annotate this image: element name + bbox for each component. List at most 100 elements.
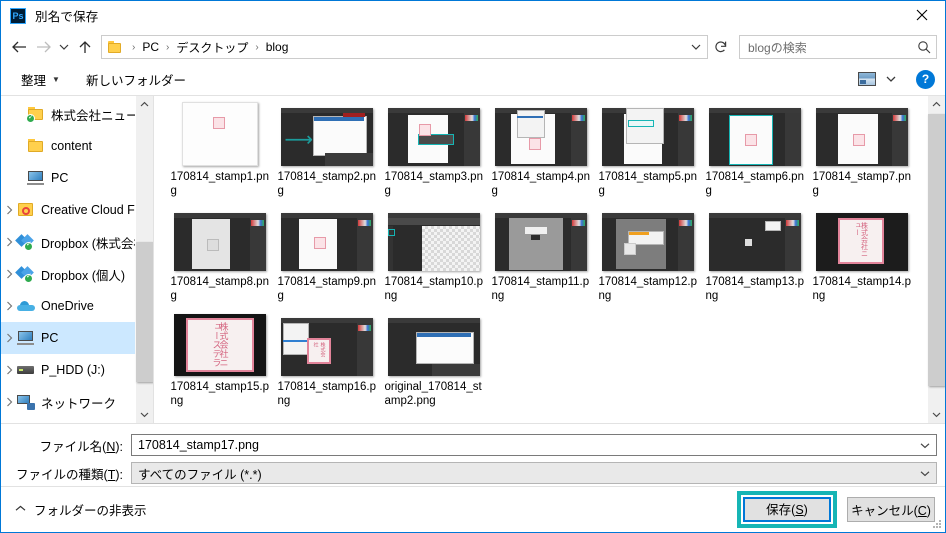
file-item[interactable]: 170814_stamp10.png bbox=[380, 207, 487, 312]
dropbox-icon bbox=[15, 266, 35, 283]
sidebar-scroll-down-icon[interactable] bbox=[136, 406, 153, 423]
sidebar-item-label: Dropbox (個人) bbox=[41, 268, 126, 283]
sidebar-item-label: P_HDD (J:) bbox=[41, 363, 105, 377]
sidebar-item-creative-cloud-file[interactable]: Creative Cloud File bbox=[1, 194, 153, 226]
file-item[interactable]: 170814_stamp13.png bbox=[701, 207, 808, 312]
file-item[interactable]: 170814_stamp8.png bbox=[166, 207, 273, 312]
chevron-right-icon[interactable] bbox=[1, 333, 17, 343]
hide-folders-button[interactable]: フォルダーの非表示 bbox=[15, 500, 147, 519]
title-bar: Ps 別名で保存 bbox=[1, 1, 945, 31]
file-name-label: 170814_stamp15.png bbox=[170, 381, 269, 407]
sidebar-item-onedrive[interactable]: OneDrive bbox=[1, 290, 153, 322]
sidebar-item-p-hdd-j[interactable]: P_HDD (J:) bbox=[1, 354, 153, 386]
sidebar-item-content[interactable]: content bbox=[1, 130, 153, 162]
help-button[interactable]: ? bbox=[916, 69, 935, 89]
filetype-label: ファイルの種類(T): bbox=[16, 467, 123, 482]
sidebar-scrollbar[interactable] bbox=[135, 96, 153, 423]
breadcrumb-item-desktop[interactable]: デスクトップ bbox=[174, 39, 250, 56]
network-icon bbox=[17, 394, 35, 410]
breadcrumb-chevron-down-icon[interactable] bbox=[685, 37, 707, 57]
sidebar-item-[interactable]: ネットワーク bbox=[1, 386, 153, 418]
sidebar-scroll-thumb[interactable] bbox=[136, 242, 153, 382]
chevron-right-icon[interactable] bbox=[1, 237, 17, 247]
view-mode-icon[interactable] bbox=[856, 69, 878, 89]
chevron-right-icon[interactable] bbox=[1, 301, 17, 311]
filetype-select[interactable]: すべてのファイル (*.*) bbox=[131, 462, 937, 484]
filename-input[interactable]: 170814_stamp17.png bbox=[131, 434, 937, 456]
file-item[interactable]: 株式会社 170814_stamp16.png bbox=[273, 312, 380, 417]
resize-grip[interactable] bbox=[932, 519, 942, 529]
chevron-right-icon[interactable] bbox=[1, 397, 17, 407]
file-thumbnail: ⟶ bbox=[279, 104, 375, 166]
file-name-label: 170814_stamp13.png bbox=[705, 276, 804, 302]
file-item[interactable]: ⟶ 170814_stamp2.png bbox=[273, 102, 380, 207]
folder-sync-icon bbox=[26, 106, 45, 123]
sidebar-item-[interactable]: 株式会社ニュー bbox=[1, 98, 153, 130]
file-item[interactable]: 170814_stamp7.png bbox=[808, 102, 915, 207]
search-input[interactable]: blogの検索 bbox=[739, 35, 937, 59]
computer-icon bbox=[27, 170, 45, 186]
folder-icon bbox=[27, 138, 45, 154]
recent-locations-chevron-down-icon[interactable] bbox=[55, 35, 73, 59]
filename-chevron-down-icon[interactable] bbox=[914, 442, 936, 449]
refresh-icon[interactable] bbox=[709, 36, 733, 58]
sidebar-item-pc[interactable]: PC bbox=[1, 322, 153, 354]
sidebar-item-dropbox[interactable]: Dropbox (個人) bbox=[1, 258, 153, 290]
sidebar-item-label: PC bbox=[41, 331, 59, 345]
file-thumbnail bbox=[279, 209, 375, 271]
breadcrumb-separator: › bbox=[132, 41, 136, 53]
back-arrow-icon[interactable] bbox=[7, 35, 31, 59]
sidebar-item-pc[interactable]: PC bbox=[1, 162, 153, 194]
file-name-label: 170814_stamp16.png bbox=[277, 381, 376, 407]
close-icon[interactable] bbox=[899, 1, 945, 29]
chevron-right-icon[interactable] bbox=[1, 269, 17, 279]
sidebar-item-label: 株式会社ニュー bbox=[51, 108, 137, 123]
breadcrumb-item-pc[interactable]: PC bbox=[140, 40, 161, 54]
file-thumbnail bbox=[493, 104, 589, 166]
file-item[interactable]: 170814_stamp4.png bbox=[487, 102, 594, 207]
up-arrow-icon[interactable] bbox=[73, 35, 97, 59]
search-icon[interactable] bbox=[912, 40, 936, 54]
file-item[interactable]: 170814_stamp5.png bbox=[594, 102, 701, 207]
sidebar-item-dropbox[interactable]: Dropbox (株式会社 bbox=[1, 226, 153, 258]
sidebar-item-label: content bbox=[51, 139, 93, 153]
file-item[interactable]: 170814_stamp3.png bbox=[380, 102, 487, 207]
new-folder-label: 新しいフォルダー bbox=[85, 73, 186, 88]
organize-button[interactable]: 整理 ▼ bbox=[15, 67, 66, 92]
file-item[interactable]: 株式会社ニューステラ 170814_stamp15.png bbox=[166, 312, 273, 417]
file-name-label: 170814_stamp9.png bbox=[277, 276, 376, 302]
file-item[interactable]: 170814_stamp6.png bbox=[701, 102, 808, 207]
breadcrumb-separator: › bbox=[255, 41, 259, 53]
filetype-chevron-down-icon[interactable] bbox=[914, 470, 936, 477]
filelist-scroll-up-icon[interactable] bbox=[928, 96, 945, 113]
breadcrumb-separator: › bbox=[166, 41, 170, 53]
file-item[interactable]: 株式会社ニュー 170814_stamp14.png bbox=[808, 207, 915, 312]
dialog-buttons: 保存(S) キャンセル(C) bbox=[737, 491, 935, 528]
filelist-scroll-down-icon[interactable] bbox=[928, 406, 945, 423]
file-item[interactable]: 170814_stamp9.png bbox=[273, 207, 380, 312]
dialog-footer: フォルダーの非表示 保存(S) キャンセル(C) bbox=[1, 486, 945, 532]
file-list-pane[interactable]: 170814_stamp1.png ⟶ 170814_stamp2.png 17081… bbox=[154, 96, 945, 423]
file-thumbnail bbox=[386, 209, 482, 271]
chevron-right-icon[interactable] bbox=[1, 205, 17, 215]
filelist-scroll-thumb[interactable] bbox=[928, 114, 945, 386]
breadcrumb[interactable]: › PC › デスクトップ › blog bbox=[101, 35, 708, 59]
file-item[interactable]: 170814_stamp12.png bbox=[594, 207, 701, 312]
breadcrumb-item-blog[interactable]: blog bbox=[264, 40, 291, 54]
file-item[interactable]: original_170814_stamp2.png bbox=[380, 312, 487, 417]
sidebar-scroll-up-icon[interactable] bbox=[136, 96, 153, 113]
new-folder-button[interactable]: 新しいフォルダー bbox=[80, 67, 192, 92]
save-button-highlight: 保存(S) bbox=[737, 491, 837, 528]
chevron-right-icon[interactable] bbox=[1, 365, 17, 375]
cancel-button[interactable]: キャンセル(C) bbox=[847, 497, 935, 522]
file-form: ファイル名(N): 170814_stamp17.png ファイルの種類(T):… bbox=[1, 424, 945, 495]
file-thumbnail bbox=[172, 209, 268, 271]
chevron-down-icon: ▼ bbox=[52, 74, 60, 84]
file-item[interactable]: 170814_stamp1.png bbox=[166, 102, 273, 207]
file-name-label: original_170814_stamp2.png bbox=[384, 381, 482, 407]
filename-value: 170814_stamp17.png bbox=[138, 438, 259, 452]
save-button[interactable]: 保存(S) bbox=[743, 497, 831, 522]
file-item[interactable]: 170814_stamp11.png bbox=[487, 207, 594, 312]
view-chevron-down-icon[interactable] bbox=[880, 69, 902, 89]
filelist-scrollbar[interactable] bbox=[927, 96, 945, 423]
